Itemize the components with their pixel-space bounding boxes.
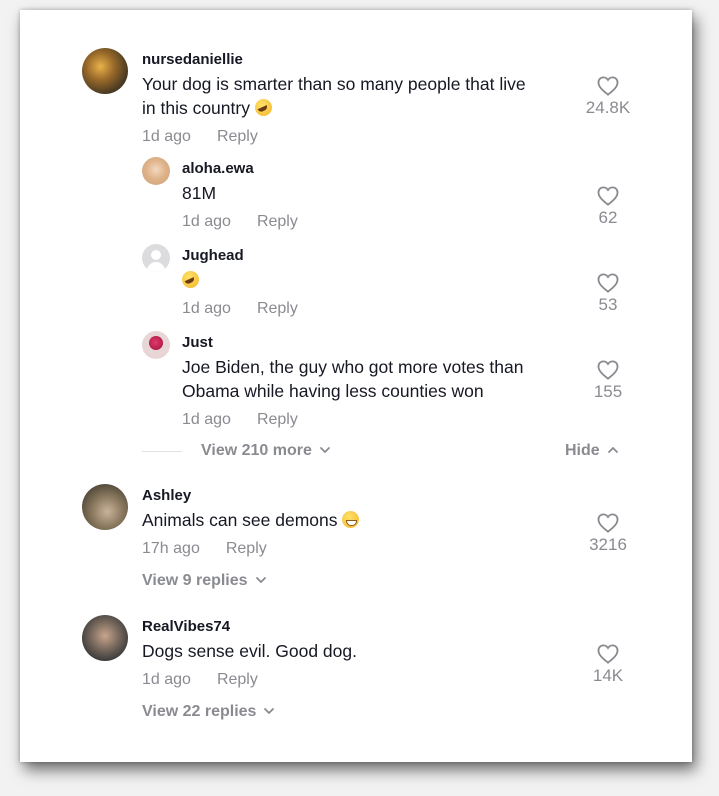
like-count: 14K — [592, 666, 624, 685]
comment-username[interactable]: RealVibes74 — [142, 618, 230, 635]
heart-outline-icon — [597, 186, 619, 206]
avatar[interactable] — [82, 615, 128, 661]
reply-meta: 1d ago Reply — [182, 300, 298, 318]
reply-button[interactable]: Reply — [226, 540, 267, 557]
heart-outline-icon — [597, 513, 619, 533]
comment-text: Animals can see demons — [142, 508, 360, 532]
reply-username[interactable]: Jughead — [182, 247, 244, 264]
reply-text: Joe Biden, the guy who got more votes th… — [182, 357, 524, 401]
comments-panel: nursedaniellie Your dog is smarter than … — [20, 10, 692, 762]
avatar[interactable] — [142, 157, 170, 185]
comment-time: 17h ago — [142, 540, 200, 557]
default-avatar-icon — [151, 250, 161, 260]
comment-text: Your dog is smarter than so many people … — [142, 74, 526, 118]
reply-button[interactable]: Reply — [217, 128, 258, 145]
like-button[interactable]: 24.8K — [568, 76, 648, 118]
heart-outline-icon — [597, 360, 619, 380]
hide-replies-button[interactable]: Hide — [565, 442, 619, 460]
comment-username[interactable]: Ashley — [142, 487, 191, 504]
rolling-on-floor-laughing-emoji-icon — [182, 271, 199, 288]
heart-outline-icon — [597, 644, 619, 664]
comment-meta: 1d ago Reply — [142, 671, 258, 689]
reply-username[interactable]: aloha.ewa — [182, 160, 254, 177]
view-replies-button[interactable]: View 22 replies — [142, 703, 275, 721]
heart-outline-icon — [597, 273, 619, 293]
like-count: 3216 — [589, 535, 627, 554]
reply-button[interactable]: Reply — [257, 411, 298, 428]
reply-button[interactable]: Reply — [257, 300, 298, 317]
chevron-down-icon — [319, 447, 330, 453]
comment-meta: 17h ago Reply — [142, 540, 267, 558]
reply-time: 1d ago — [182, 411, 231, 428]
like-button[interactable]: 14K — [568, 644, 648, 686]
rolling-on-floor-laughing-emoji-icon — [254, 99, 272, 116]
avatar[interactable] — [82, 48, 128, 94]
comment-text: Dogs sense evil. Good dog. — [142, 641, 357, 661]
view-replies-button[interactable]: View 9 replies — [142, 572, 267, 590]
reply-time: 1d ago — [182, 213, 231, 230]
avatar[interactable] — [142, 244, 170, 272]
reply-text: 81M — [182, 183, 217, 203]
like-button[interactable]: 53 — [568, 273, 648, 315]
comment-meta: 1d ago Reply — [142, 128, 258, 146]
like-count: 24.8K — [585, 98, 631, 117]
like-count: 53 — [598, 295, 618, 314]
like-count: 62 — [598, 208, 618, 227]
rose-icon — [149, 336, 163, 350]
comment-time: 1d ago — [142, 128, 191, 145]
reply-button[interactable]: Reply — [217, 671, 258, 688]
like-count: 155 — [593, 382, 623, 401]
avatar[interactable] — [82, 484, 128, 530]
reply-text — [182, 268, 199, 292]
reply-time: 1d ago — [182, 300, 231, 317]
heart-outline-icon — [597, 76, 619, 96]
chevron-up-icon — [607, 447, 618, 453]
divider — [142, 451, 182, 452]
chevron-down-icon — [255, 577, 266, 583]
reply-button[interactable]: Reply — [257, 213, 298, 230]
comment-username[interactable]: nursedaniellie — [142, 51, 243, 68]
comment-time: 1d ago — [142, 671, 191, 688]
reply-username[interactable]: Just — [182, 334, 213, 351]
reply-meta: 1d ago Reply — [182, 411, 298, 429]
chevron-down-icon — [264, 708, 275, 714]
avatar[interactable] — [142, 331, 170, 359]
like-button[interactable]: 3216 — [568, 513, 648, 555]
like-button[interactable]: 155 — [568, 360, 648, 402]
reply-meta: 1d ago Reply — [182, 213, 298, 231]
like-button[interactable]: 62 — [568, 186, 648, 228]
view-more-replies-button[interactable]: View 210 more — [201, 442, 331, 460]
grinning-face-emoji-icon — [342, 511, 360, 528]
